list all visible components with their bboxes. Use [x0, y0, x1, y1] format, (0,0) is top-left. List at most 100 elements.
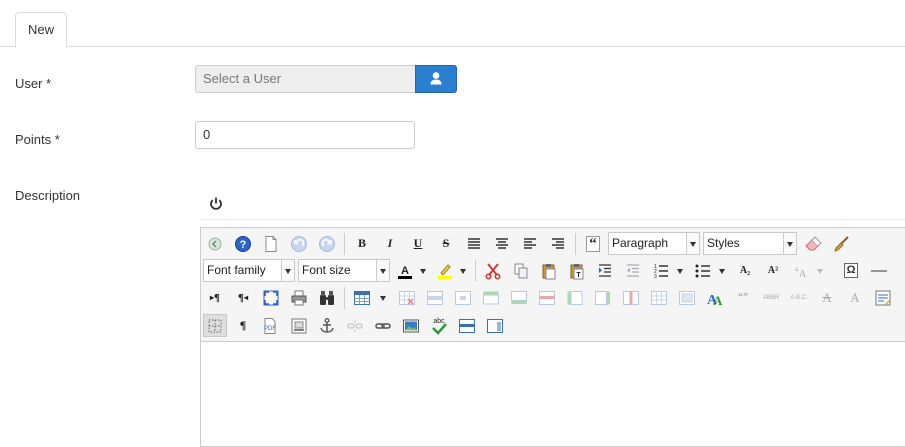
advanced-hr-button[interactable] — [455, 314, 479, 337]
media-button[interactable] — [483, 314, 507, 337]
delete-table-button[interactable] — [395, 286, 419, 309]
svg-text:3: 3 — [654, 274, 657, 279]
help-button[interactable]: ? — [231, 232, 255, 255]
copy-button[interactable] — [509, 259, 533, 282]
attributes-button[interactable] — [871, 286, 895, 309]
template-button[interactable]: PDF — [259, 314, 283, 337]
style-select-dropdown[interactable] — [815, 259, 827, 282]
user-select-input[interactable]: Select a User — [195, 65, 415, 93]
omega-icon: Ω — [843, 263, 859, 278]
points-input[interactable]: 0 — [195, 121, 415, 149]
editor-toolbar: ? B I U S “ Paragraph Styles Font family… — [201, 228, 905, 342]
svg-text:T: T — [576, 272, 581, 279]
table-cell-props-button[interactable] — [451, 286, 475, 309]
bold-button[interactable]: B — [350, 232, 374, 255]
search-replace-button[interactable] — [315, 286, 339, 309]
cite-button[interactable]: “” — [731, 286, 755, 309]
table-row-props-button[interactable] — [423, 286, 447, 309]
numbered-list-button[interactable]: 123 — [649, 259, 673, 282]
row-before-button[interactable] — [479, 286, 503, 309]
chevron-down-icon — [783, 233, 796, 254]
select-user-button[interactable] — [415, 65, 457, 93]
indent-icon — [599, 263, 611, 277]
paste-text-button[interactable]: T — [565, 259, 589, 282]
rtl-arrow-icon: ◂ — [243, 293, 248, 302]
outdent-button[interactable] — [621, 259, 645, 282]
show-blocks-button[interactable]: ¶ — [231, 314, 255, 337]
align-center-icon — [496, 237, 508, 249]
ltr-button[interactable]: ▸ ¶ — [203, 286, 227, 309]
subscript-button[interactable]: A₂ — [733, 259, 757, 282]
rtl-button[interactable]: ¶ ◂ — [231, 286, 255, 309]
numbered-list-dropdown[interactable] — [675, 259, 687, 282]
forecolor-button[interactable]: A — [393, 259, 417, 282]
fullscreen-icon — [263, 290, 279, 305]
col-after-button[interactable] — [591, 286, 615, 309]
toggle-editor-button[interactable] — [206, 193, 226, 213]
abbr-button[interactable]: ABBR — [759, 286, 783, 309]
insert-image-button[interactable] — [399, 314, 423, 337]
font-size-select[interactable]: Font size — [298, 259, 390, 282]
pagebreak-button[interactable] — [287, 314, 311, 337]
insert-table-dropdown[interactable] — [378, 286, 390, 309]
del-button[interactable]: A — [815, 286, 839, 309]
style-props-button[interactable]: AA — [703, 286, 727, 309]
align-right-button[interactable] — [546, 232, 570, 255]
styles-select[interactable]: Styles — [703, 232, 797, 255]
redo-button[interactable] — [315, 232, 339, 255]
font-family-select[interactable]: Font family — [203, 259, 295, 282]
style-select-button[interactable]: aA — [789, 259, 813, 282]
ins-button[interactable]: A — [843, 286, 867, 309]
split-cells-button[interactable] — [647, 286, 671, 309]
fullscreen-button[interactable] — [259, 286, 283, 309]
new-document-button[interactable] — [259, 232, 283, 255]
insert-table-button[interactable] — [350, 286, 374, 309]
horizontal-rule-button[interactable] — [867, 259, 891, 282]
insert-layer-button[interactable] — [203, 232, 227, 255]
link-button[interactable] — [371, 314, 395, 337]
visual-aid-button[interactable] — [203, 314, 227, 337]
backcolor-dropdown[interactable] — [458, 259, 470, 282]
insert-row-after-icon — [511, 290, 527, 304]
print-button[interactable] — [287, 286, 311, 309]
col-before-button[interactable] — [563, 286, 587, 309]
anchor-button[interactable] — [315, 314, 339, 337]
align-justify-icon — [468, 237, 480, 249]
tab-new[interactable]: New — [15, 12, 67, 48]
forecolor-dropdown[interactable] — [418, 259, 430, 282]
align-left-button[interactable] — [518, 232, 542, 255]
charmap-button[interactable]: Ω — [839, 259, 863, 282]
power-icon — [210, 197, 222, 210]
remove-format-button[interactable] — [801, 232, 825, 255]
italic-button[interactable]: I — [378, 232, 402, 255]
justify-full-button[interactable] — [462, 232, 486, 255]
blockquote-button[interactable]: “ — [581, 232, 605, 255]
spellcheck-button[interactable]: abc — [427, 314, 451, 337]
align-center-button[interactable] — [490, 232, 514, 255]
superscript-button[interactable]: A² — [761, 259, 785, 282]
indent-button[interactable] — [593, 259, 617, 282]
blockquote-label: “ — [586, 235, 600, 252]
row-after-button[interactable] — [507, 286, 531, 309]
undo-icon — [291, 235, 307, 252]
cleanup-button[interactable] — [829, 232, 853, 255]
link-icon — [375, 322, 391, 329]
paste-button[interactable] — [537, 259, 561, 282]
acronym-button[interactable]: A.B.C. — [787, 286, 811, 309]
delete-col-button[interactable] — [619, 286, 643, 309]
redo-icon — [319, 235, 335, 252]
undo-button[interactable] — [287, 232, 311, 255]
merge-cells-button[interactable] — [675, 286, 699, 309]
backcolor-button[interactable] — [433, 259, 457, 282]
chevron-down-icon — [281, 260, 294, 281]
bullet-list-button[interactable] — [691, 259, 715, 282]
visual-aid-icon — [208, 319, 222, 332]
format-select[interactable]: Paragraph — [608, 232, 700, 255]
paste-text-icon: T — [570, 263, 584, 279]
cut-button[interactable] — [481, 259, 505, 282]
delete-row-button[interactable] — [535, 286, 559, 309]
bullet-list-dropdown[interactable] — [717, 259, 729, 282]
unlink-button[interactable] — [343, 314, 367, 337]
strikethrough-button[interactable]: S — [434, 232, 458, 255]
underline-button[interactable]: U — [406, 232, 430, 255]
